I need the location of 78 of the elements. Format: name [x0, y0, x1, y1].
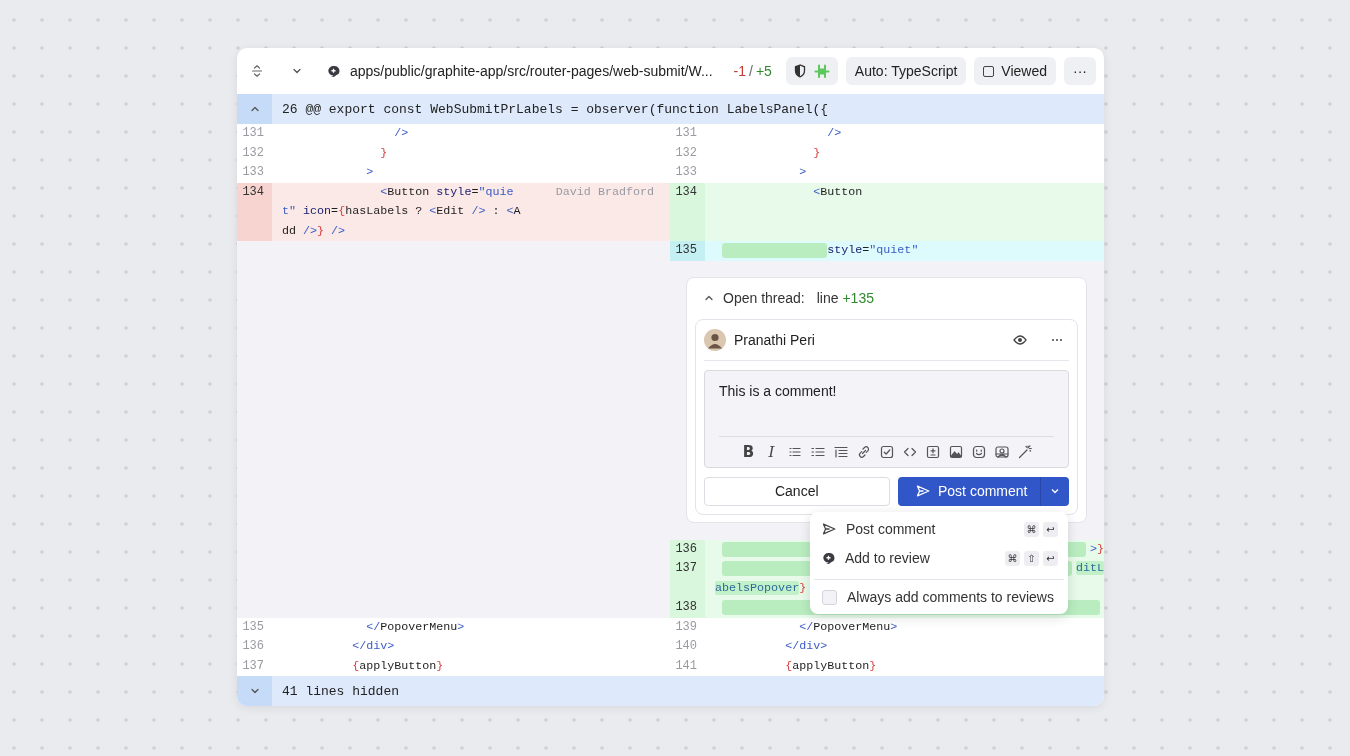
video-icon[interactable] [993, 443, 1010, 460]
checkbox[interactable] [822, 589, 837, 605]
code-line: <Button style="quie [379, 183, 514, 201]
key-hint: ⇧ [1024, 550, 1039, 566]
checkbox-icon[interactable] [878, 443, 895, 460]
code-line: >} [1089, 540, 1104, 558]
line-number: 137 [241, 657, 265, 675]
menu-item[interactable]: Post comment ⌘ ↩ [810, 514, 1068, 544]
separator: / [749, 63, 753, 79]
expand-collapse-icon[interactable] [251, 64, 263, 78]
key-hint: ⌘ [1005, 550, 1020, 566]
line-number: 132 [674, 144, 698, 162]
code-line: </div> [784, 638, 828, 655]
code-line: </div> [351, 638, 395, 655]
comment-icon [327, 64, 340, 78]
line-number: 141 [674, 657, 698, 675]
line-number: 135 [670, 241, 705, 261]
code-line: } [812, 144, 821, 162]
image-icon[interactable] [947, 443, 964, 460]
hidden-lines-text: 41 lines hidden [281, 682, 401, 701]
hunk-header-text: 26 @@ export const WebSubmitPrLabels = observer(function LabelsPanel({ [281, 100, 830, 119]
code-line: style="quiet" [827, 242, 919, 259]
file-path: apps/public/graphite-app/src/router-pages/web-submit/W... [350, 63, 714, 79]
shield-icon[interactable] [793, 64, 806, 78]
cancel-button[interactable]: Cancel [704, 476, 890, 506]
eye-icon[interactable] [1013, 334, 1027, 345]
viewed-button[interactable]: Viewed [974, 57, 1056, 85]
emoji-icon[interactable] [970, 443, 987, 460]
author-name: Pranathi Peri [734, 331, 816, 348]
plus-minus-icon[interactable] [924, 443, 941, 460]
blame-author: David Bradford [555, 185, 655, 200]
line-number: 133 [674, 164, 698, 181]
language-button[interactable]: Auto: TypeScript [845, 57, 967, 85]
code-line: } [379, 144, 388, 162]
thread-line: line +135 [816, 290, 874, 306]
code-line: /> [393, 125, 409, 142]
send-icon [916, 485, 930, 497]
line-number: 133 [241, 164, 265, 181]
code-line: {applyButton} [784, 657, 877, 675]
comment-icon [822, 551, 835, 565]
code-line: /> [826, 125, 842, 142]
code-line: abelsPopover} [715, 579, 807, 597]
key-hint: ⌘ [1024, 521, 1039, 537]
line-number: 132 [241, 144, 265, 162]
line-number: 131 [674, 125, 698, 142]
additions-count: +5 [755, 63, 772, 79]
line-number: 140 [674, 638, 698, 655]
more-button[interactable]: ··· [1064, 57, 1096, 85]
code-line: </PopoverMenu> [365, 618, 465, 636]
line-number: 136 [241, 638, 265, 655]
code-line: </PopoverMenu> [798, 618, 898, 636]
menu-item[interactable]: Add to review ⌘ ⇧ ↩ [810, 543, 1068, 573]
key-hint: ↩ [1043, 521, 1058, 537]
line-number: 131 [241, 125, 265, 142]
code-line: dd />} /> [282, 222, 346, 240]
bold-button[interactable]: B [740, 443, 757, 460]
line-number: 134 [237, 182, 272, 241]
code-line: > [798, 164, 807, 181]
line-number: 134 [670, 182, 705, 241]
line-number: 139 [674, 618, 698, 636]
more-icon[interactable] [1051, 337, 1063, 342]
hidden-lines-bar[interactable]: 41 lines hidden [237, 676, 1104, 706]
code-line: t" icon={hasLabels ? <Edit /> : <A [282, 203, 521, 220]
italic-button[interactable]: I [763, 443, 780, 460]
code-line: <Button [812, 183, 863, 201]
code-line: > [365, 164, 374, 181]
checkbox-label[interactable]: Always add comments to reviews [847, 589, 1058, 605]
comment-field[interactable]: This is a comment! B I [704, 369, 1069, 468]
key-hint: ↩ [1043, 550, 1058, 566]
send-icon [822, 523, 836, 535]
avatar [704, 328, 726, 351]
magic-wand-icon[interactable] [1016, 443, 1033, 460]
deletions-count: -1 [733, 63, 746, 79]
code-line: {applyButton} [351, 657, 444, 675]
line-number: 135 [241, 618, 265, 636]
line-number: 138 [670, 598, 705, 618]
thread-title: Open thread: [723, 290, 805, 306]
line-number: 137 [670, 559, 705, 598]
